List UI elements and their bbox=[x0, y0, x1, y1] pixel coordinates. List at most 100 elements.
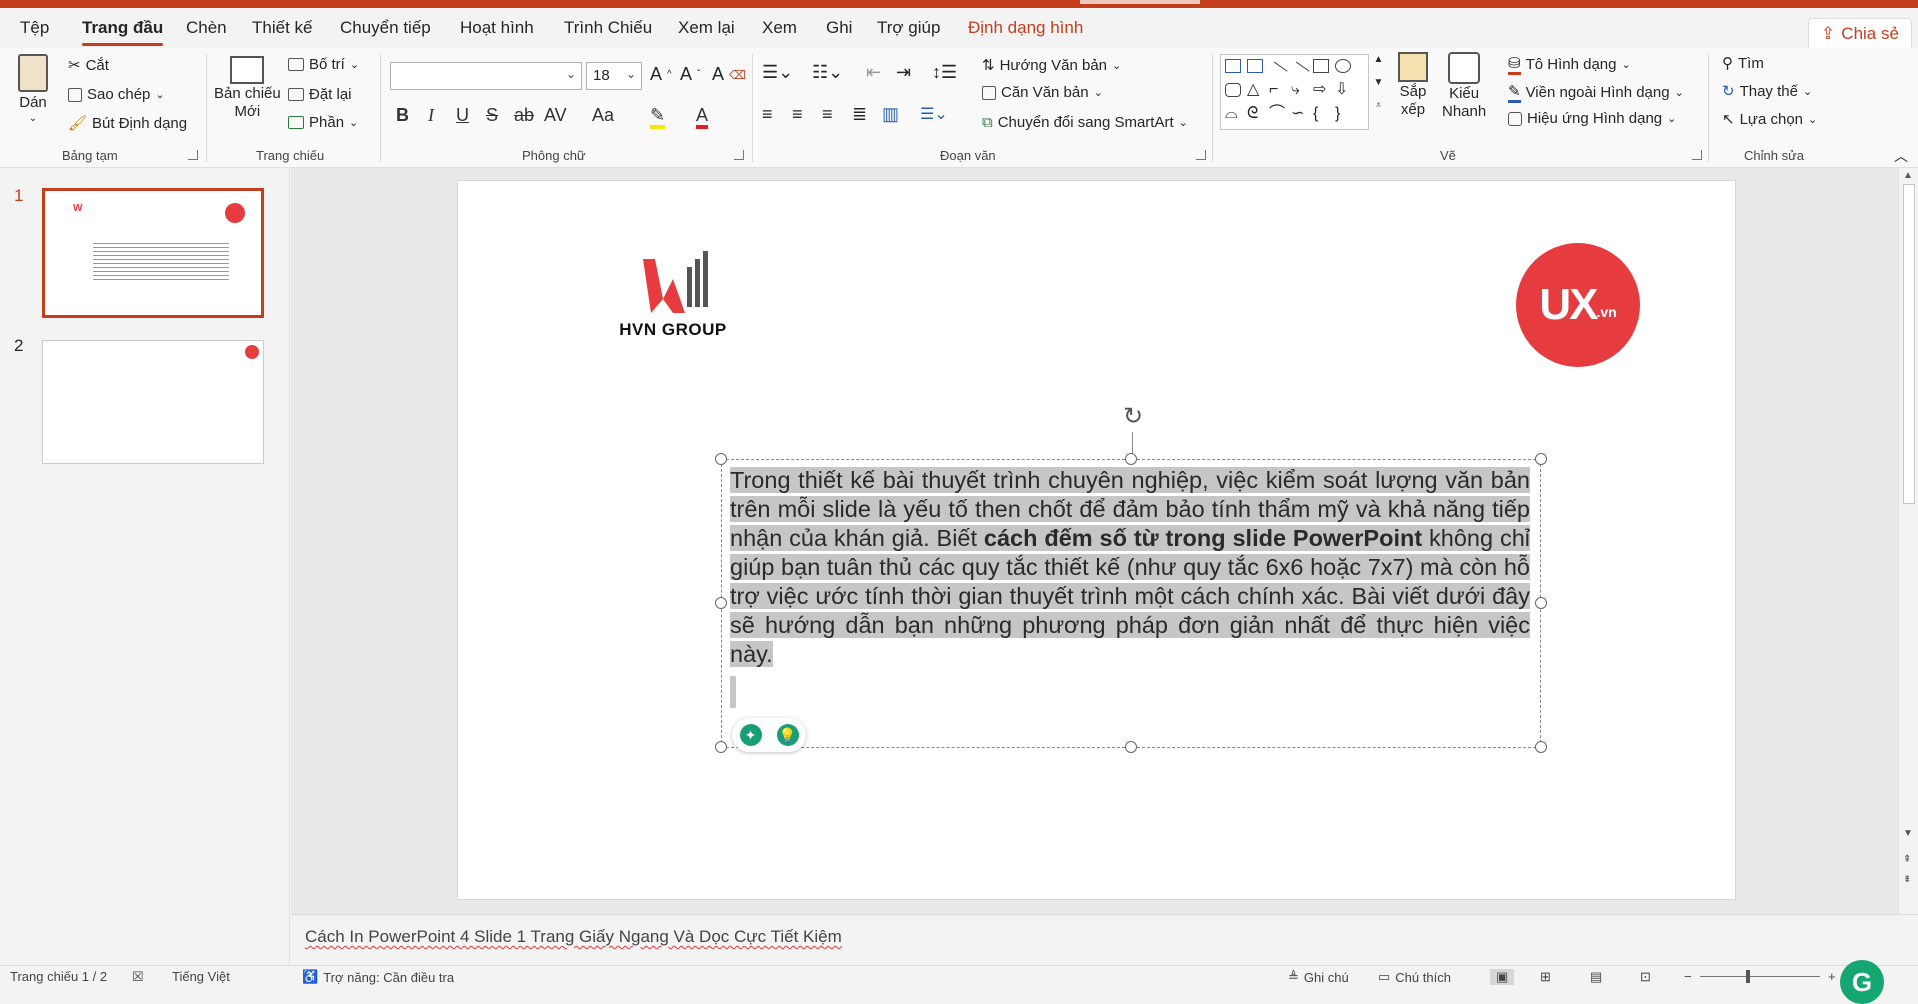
language-indicator[interactable]: Tiếng Việt bbox=[172, 969, 230, 984]
grammarly-inline-tools[interactable]: ✦ 💡 bbox=[732, 718, 806, 752]
shape-effects-button[interactable]: Hiệu ứng Hình dạng ⌄ bbox=[1508, 110, 1676, 127]
tab-design[interactable]: Thiết kế bbox=[252, 18, 312, 38]
triangle-shape-icon[interactable]: △ bbox=[1247, 82, 1263, 98]
copy-button[interactable]: Sao chép ⌄ bbox=[68, 86, 165, 103]
notes-pane[interactable]: Cách In PowerPoint 4 Slide 1 Trang Giấy … bbox=[291, 914, 1918, 965]
notes-text[interactable]: Cách In PowerPoint 4 Slide 1 Trang Giấy … bbox=[305, 927, 842, 947]
collapse-ribbon-icon[interactable]: ︿ bbox=[1894, 146, 1908, 166]
tab-transitions[interactable]: Chuyển tiếp bbox=[340, 18, 431, 38]
resize-handle[interactable] bbox=[1125, 453, 1137, 465]
grammarly-icon[interactable]: G bbox=[1840, 960, 1884, 1004]
font-launcher-icon[interactable] bbox=[734, 150, 744, 160]
zoom-out-icon[interactable]: − bbox=[1684, 969, 1692, 984]
scrollbar-thumb[interactable] bbox=[1903, 184, 1915, 504]
slideshow-view-icon[interactable]: ⊡ bbox=[1640, 969, 1651, 985]
scroll-down-icon[interactable]: ▼ bbox=[1369, 77, 1388, 88]
bold-button[interactable]: B bbox=[396, 105, 409, 126]
shadow-button[interactable]: S bbox=[486, 105, 498, 126]
drawing-launcher-icon[interactable] bbox=[1692, 150, 1702, 160]
resize-handle[interactable] bbox=[1125, 741, 1137, 753]
underline-button[interactable]: U bbox=[456, 105, 469, 126]
align-text-button[interactable]: Căn Văn bản ⌄ bbox=[982, 84, 1103, 101]
resize-handle[interactable] bbox=[715, 597, 727, 609]
gallery-scroll[interactable]: ▲ ▼ ⩡ bbox=[1368, 54, 1388, 130]
shapes-gallery[interactable]: △ ⌐ ⤷ ⇨ ⇩ ⌓ ᘓ ⌒ ∽ { } bbox=[1220, 54, 1388, 130]
zoom-slider-knob[interactable] bbox=[1746, 970, 1750, 983]
zoom-slider[interactable] bbox=[1700, 976, 1820, 977]
line-spacing-icon[interactable]: ↕☰ bbox=[932, 62, 957, 83]
spelling-check-icon[interactable]: ☒ bbox=[132, 969, 144, 985]
change-case-button[interactable]: Aa bbox=[592, 105, 614, 126]
next-slide-icon[interactable]: ⇟ bbox=[1903, 874, 1911, 885]
resize-handle[interactable] bbox=[715, 741, 727, 753]
left-brace-shape-icon[interactable]: { bbox=[1313, 106, 1329, 122]
find-button[interactable]: ⚲ Tìm bbox=[1722, 54, 1764, 73]
reset-button[interactable]: Đặt lại bbox=[288, 86, 352, 103]
zoom-in-icon[interactable]: + bbox=[1828, 969, 1836, 984]
down-arrow-shape-icon[interactable]: ⇩ bbox=[1335, 82, 1351, 98]
increase-font-icon[interactable]: A ^ bbox=[650, 64, 672, 85]
arc-shape-icon[interactable]: ⌒ bbox=[1269, 106, 1285, 122]
smartart-button[interactable]: ⧉ Chuyển đổi sang SmartArt ⌄ bbox=[982, 114, 1188, 131]
rounded-rect-shape-icon[interactable] bbox=[1225, 83, 1241, 97]
slide-canvas[interactable]: HVN GROUP UX .vn ↻ Trong thiết kế bài th… bbox=[457, 180, 1736, 900]
slide-body-text[interactable]: Trong thiết kế bài thuyết trình chuyên n… bbox=[730, 466, 1530, 669]
resize-handle[interactable] bbox=[715, 453, 727, 465]
slide-thumbnail-1[interactable]: W bbox=[42, 188, 264, 318]
paragraph-launcher-icon[interactable] bbox=[1196, 150, 1206, 160]
connector-shape-icon[interactable]: ⤷ bbox=[1291, 82, 1307, 98]
more-icon[interactable]: ⩡ bbox=[1369, 100, 1388, 111]
resize-handle[interactable] bbox=[1535, 741, 1547, 753]
accessibility-status[interactable]: ♿ Trợ năng: Cần điều tra bbox=[302, 969, 454, 985]
tab-animations[interactable]: Hoạt hình bbox=[460, 18, 534, 38]
increase-indent-icon[interactable]: ⇥ bbox=[896, 62, 911, 83]
curve-shape-icon[interactable]: ∽ bbox=[1291, 106, 1307, 122]
arrow-shape-icon[interactable] bbox=[1288, 61, 1310, 83]
tab-slideshow[interactable]: Trình Chiếu bbox=[564, 18, 652, 38]
slide-thumbnail-2[interactable] bbox=[42, 340, 264, 464]
font-name-field[interactable]: ⌄ bbox=[390, 62, 582, 90]
layout-button[interactable]: Bố trí ⌄ bbox=[288, 56, 359, 73]
tab-insert[interactable]: Chèn bbox=[186, 18, 227, 38]
tab-record[interactable]: Ghi bbox=[826, 18, 852, 38]
new-slide-button[interactable]: Bản chiếu Mới bbox=[214, 56, 281, 120]
font-color-icon[interactable]: A bbox=[696, 105, 709, 129]
align-center-icon[interactable]: ≡ bbox=[792, 104, 803, 125]
share-button[interactable]: ⇪ Chia sẻ bbox=[1808, 18, 1912, 50]
paste-button[interactable]: Dán ⌄ bbox=[18, 54, 48, 124]
highlight-icon[interactable]: ✎ bbox=[650, 105, 666, 129]
clipboard-launcher-icon[interactable] bbox=[188, 150, 198, 160]
decrease-font-icon[interactable]: Aˇ bbox=[680, 64, 700, 85]
line-shape-icon[interactable] bbox=[1266, 61, 1288, 83]
font-size-field[interactable]: 18 ⌄ bbox=[586, 62, 642, 90]
textbox-shape-icon[interactable] bbox=[1225, 59, 1241, 73]
tab-file[interactable]: Tệp bbox=[20, 18, 49, 38]
scroll-up-icon[interactable]: ▲ bbox=[1903, 170, 1913, 181]
align-right-icon[interactable]: ≡ bbox=[822, 104, 833, 125]
normal-view-icon[interactable]: ▣ bbox=[1490, 969, 1515, 985]
tab-shape-format[interactable]: Định dạng hình bbox=[968, 18, 1083, 38]
text-direction-button[interactable]: ⇅ Hướng Văn bản ⌄ bbox=[982, 56, 1121, 75]
magic-pen-icon[interactable]: ✦ bbox=[739, 724, 762, 746]
rectangle-shape-icon[interactable] bbox=[1313, 59, 1329, 73]
reading-view-icon[interactable]: ▤ bbox=[1590, 969, 1602, 985]
notes-toggle[interactable]: ≜ Ghi chú bbox=[1288, 969, 1349, 985]
tab-review[interactable]: Xem lại bbox=[678, 18, 735, 38]
decrease-indent-icon[interactable]: ⇤ bbox=[866, 62, 881, 83]
freeform-shape-icon[interactable]: ⌓ bbox=[1225, 106, 1241, 122]
replace-button[interactable]: ↻ Thay thế ⌄ bbox=[1722, 82, 1812, 101]
vertical-scrollbar[interactable]: ▲ ▼ ⇞ ⇟ bbox=[1898, 168, 1918, 914]
elbow-connector-icon[interactable]: ⌐ bbox=[1269, 82, 1285, 98]
char-spacing-button[interactable]: AV bbox=[544, 105, 567, 126]
tab-view[interactable]: Xem bbox=[762, 18, 797, 38]
numbering-icon[interactable]: ☷⌄ bbox=[812, 62, 843, 83]
shape-fill-button[interactable]: ⛁ Tô Hình dạng ⌄ bbox=[1508, 54, 1631, 75]
vertical-textbox-shape-icon[interactable] bbox=[1247, 59, 1263, 73]
slide-sorter-icon[interactable]: ⊞ bbox=[1540, 969, 1551, 985]
lightbulb-icon[interactable]: 💡 bbox=[776, 724, 799, 746]
shape-outline-button[interactable]: ✎ Viền ngoài Hình dạng ⌄ bbox=[1508, 82, 1684, 103]
scroll-up-icon[interactable]: ▲ bbox=[1369, 54, 1388, 65]
previous-slide-icon[interactable]: ⇞ bbox=[1903, 854, 1911, 865]
scribble-shape-icon[interactable]: ᘓ bbox=[1247, 106, 1263, 122]
align-left-icon[interactable]: ≡ bbox=[762, 104, 773, 125]
